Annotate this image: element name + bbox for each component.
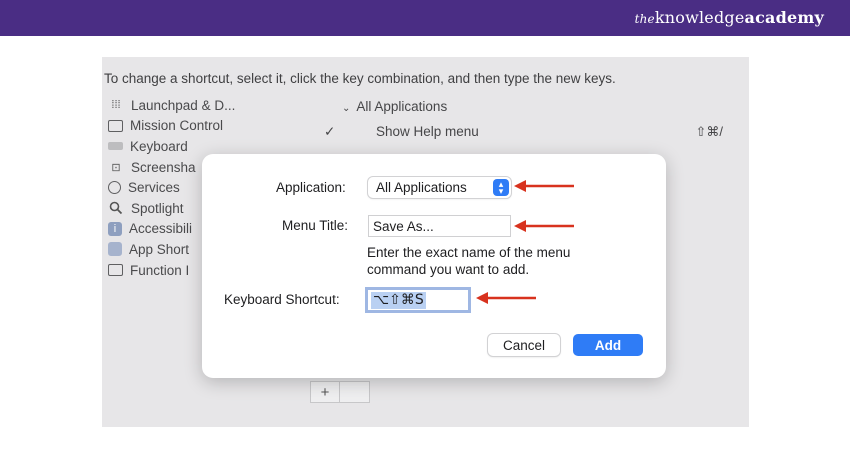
add-shortcut-dialog: Application: All Applications ▴ ▾ Menu Ti… xyxy=(202,154,666,378)
sidebar-item-label: Accessibili xyxy=(129,221,193,237)
application-select[interactable]: All Applications ▴ ▾ xyxy=(368,177,511,198)
sidebar-item-label: Function I xyxy=(130,262,190,278)
spotlight-icon xyxy=(108,201,124,215)
annotation-arrow-icon xyxy=(514,220,574,232)
sidebar-item-label: Launchpad & D... xyxy=(131,97,236,113)
sidebar-item-label: Mission Control xyxy=(130,118,224,134)
keyboard-shortcut-value: ⌥⇧⌘S xyxy=(371,292,426,309)
application-select-value: All Applications xyxy=(376,180,467,195)
menu-title-label: Menu Title: xyxy=(282,218,349,233)
shortcut-row-label: Show Help menu xyxy=(376,124,479,139)
sidebar-item-label: Spotlight xyxy=(131,200,184,216)
shortcut-row[interactable]: ✓ Show Help menu xyxy=(324,124,479,140)
sidebar-item-launchpad[interactable]: ⁞⁞⁞ Launchpad & D... xyxy=(108,95,308,116)
brand-banner: theknowledgeacademy xyxy=(0,0,850,36)
remove-shortcut-button[interactable] xyxy=(340,382,369,402)
brand-the: the xyxy=(634,12,655,26)
app-shortcuts-icon xyxy=(108,242,122,257)
up-down-chevron-icon: ▴ ▾ xyxy=(493,179,509,196)
application-label: Application: xyxy=(276,180,346,195)
keyboard-icon xyxy=(108,142,123,151)
keyboard-shortcut-label: Keyboard Shortcut: xyxy=(224,292,340,307)
launchpad-icon: ⁞⁞⁞ xyxy=(111,99,121,112)
add-shortcut-button[interactable]: + xyxy=(311,382,340,402)
sidebar-item-label: Screensha xyxy=(131,159,196,175)
sidebar-item-label: App Short xyxy=(129,241,190,257)
menu-title-input[interactable]: Save As... xyxy=(368,215,511,237)
mission-control-icon xyxy=(108,119,123,132)
menu-title-value: Save As... xyxy=(373,218,434,234)
brand-academy: academy xyxy=(744,8,824,27)
chevron-down-icon: ⌄ xyxy=(342,103,351,114)
brand-knowledge: knowledge xyxy=(654,8,745,27)
annotation-arrow-icon xyxy=(514,180,574,192)
services-icon xyxy=(108,181,121,195)
checkmark-icon[interactable]: ✓ xyxy=(324,124,335,139)
screenshot-icon: ⊡ xyxy=(111,161,121,174)
hint-line: Enter the exact name of the menu xyxy=(367,245,571,260)
menu-title-hint: Enter the exact name of the menu command… xyxy=(367,244,570,278)
accessibility-icon: i xyxy=(108,221,122,236)
group-label: All Applications xyxy=(356,99,448,114)
keyboard-shortcut-field[interactable]: ⌥⇧⌘S xyxy=(365,287,471,313)
sidebar-item-mission-control[interactable]: Mission Control xyxy=(108,116,308,137)
add-remove-control: + xyxy=(310,381,370,403)
shortcut-row-keys: ⇧⌘/ xyxy=(695,124,723,139)
cancel-button[interactable]: Cancel xyxy=(488,334,560,356)
annotation-arrow-icon xyxy=(476,292,536,304)
function-keys-icon xyxy=(108,264,123,277)
instruction-text: To change a shortcut, select it, click t… xyxy=(104,71,616,86)
sidebar-item-label: Services xyxy=(128,180,180,196)
brand-logo: theknowledgeacademy xyxy=(635,8,824,27)
hint-line: command you want to add. xyxy=(367,262,530,277)
add-button[interactable]: Add xyxy=(573,334,643,356)
group-all-applications[interactable]: ⌄ All Applications xyxy=(342,99,447,114)
sidebar-item-label: Keyboard xyxy=(130,138,188,154)
